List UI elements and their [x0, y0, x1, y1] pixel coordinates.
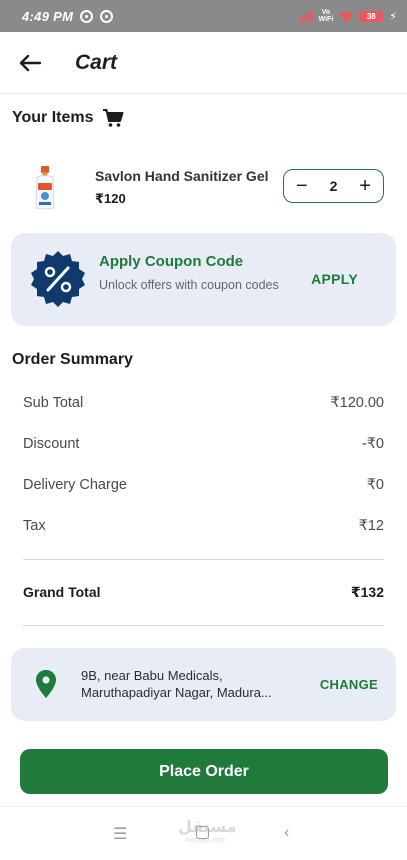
summary-row-tax: Tax ₹12: [23, 518, 384, 534]
quantity-value: 2: [329, 178, 338, 194]
delivery-address-card[interactable]: 9B, near Babu Medicals, Maruthapadiyar N…: [11, 648, 396, 721]
summary-divider: [23, 625, 384, 626]
vowifi-top: Vo: [321, 9, 331, 16]
cart-icon: [102, 108, 124, 128]
address-line-1: 9B, near Babu Medicals,: [81, 668, 223, 683]
summary-row-subtotal: Sub Total ₹120.00: [23, 395, 384, 411]
app-notification-icon: [80, 9, 94, 23]
battery-icon: 38: [359, 10, 384, 22]
summary-row-discount: Discount -₹0: [23, 436, 384, 452]
summary-divider: [23, 559, 384, 560]
quantity-stepper: − 2 +: [283, 169, 384, 203]
coupon-title: Apply Coupon Code: [99, 253, 244, 270]
summary-value: ₹12: [358, 518, 384, 534]
vowifi-label: Vo WiFi: [319, 9, 334, 23]
summary-label: Tax: [23, 518, 46, 534]
summary-value: -₹0: [361, 436, 384, 452]
items-title-text: Your Items: [12, 109, 94, 126]
signal-icon: [298, 10, 313, 22]
address-line-2: Maruthapadiyar Nagar, Madura...: [81, 685, 272, 700]
summary-label: Discount: [23, 436, 80, 452]
summary-row-delivery: Delivery Charge ₹0: [23, 477, 384, 493]
wifi-icon: [339, 11, 354, 22]
apply-coupon-button[interactable]: APPLY: [311, 271, 358, 287]
product-name[interactable]: Savlon Hand Sanitizer Gel: [95, 168, 269, 184]
vowifi-bottom: WiFi: [318, 16, 334, 23]
page-title: Cart: [75, 50, 118, 74]
charging-icon: ⚡: [389, 10, 397, 23]
summary-row-grand-total: Grand Total ₹132: [23, 584, 384, 601]
place-order-button[interactable]: Place Order: [20, 749, 388, 794]
grand-total-value: ₹132: [350, 584, 384, 600]
product-image: [34, 166, 56, 210]
product-price: ₹120: [95, 191, 126, 206]
status-time: 4:49 PM: [22, 8, 74, 24]
app-header: Cart: [0, 32, 407, 94]
summary-title-text: Order Summary: [12, 351, 133, 368]
system-nav-bar: مستقل mostaql.com ☰ ‹: [0, 806, 407, 860]
percent-badge-icon: [29, 250, 87, 308]
summary-label: Delivery Charge: [23, 477, 127, 493]
summary-value: ₹120.00: [330, 395, 384, 411]
app-notification-icon: [100, 9, 114, 23]
change-address-button[interactable]: CHANGE: [320, 677, 378, 692]
status-bar: 4:49 PM Vo WiFi 38 ⚡: [0, 0, 407, 32]
coupon-card[interactable]: Apply Coupon Code Unlock offers with cou…: [11, 233, 396, 326]
location-pin-icon: [35, 669, 57, 699]
grand-total-label: Grand Total: [23, 584, 101, 600]
home-icon[interactable]: [196, 826, 209, 839]
back-icon[interactable]: ‹: [284, 824, 289, 842]
status-indicators: Vo WiFi 38 ⚡: [298, 9, 397, 23]
items-section-title: Your Items: [12, 108, 124, 128]
arrow-left-icon[interactable]: [18, 51, 42, 75]
decrease-quantity-button[interactable]: −: [296, 176, 308, 196]
cart-item: Savlon Hand Sanitizer Gel ₹120 − 2 +: [0, 162, 407, 214]
menu-icon[interactable]: ☰: [113, 824, 127, 844]
summary-section-title: Order Summary: [12, 351, 133, 369]
coupon-subtitle: Unlock offers with coupon codes: [99, 278, 279, 292]
summary-label: Sub Total: [23, 395, 84, 411]
summary-value: ₹0: [366, 477, 384, 493]
address-text: 9B, near Babu Medicals, Maruthapadiyar N…: [81, 667, 293, 701]
increase-quantity-button[interactable]: +: [359, 176, 371, 196]
